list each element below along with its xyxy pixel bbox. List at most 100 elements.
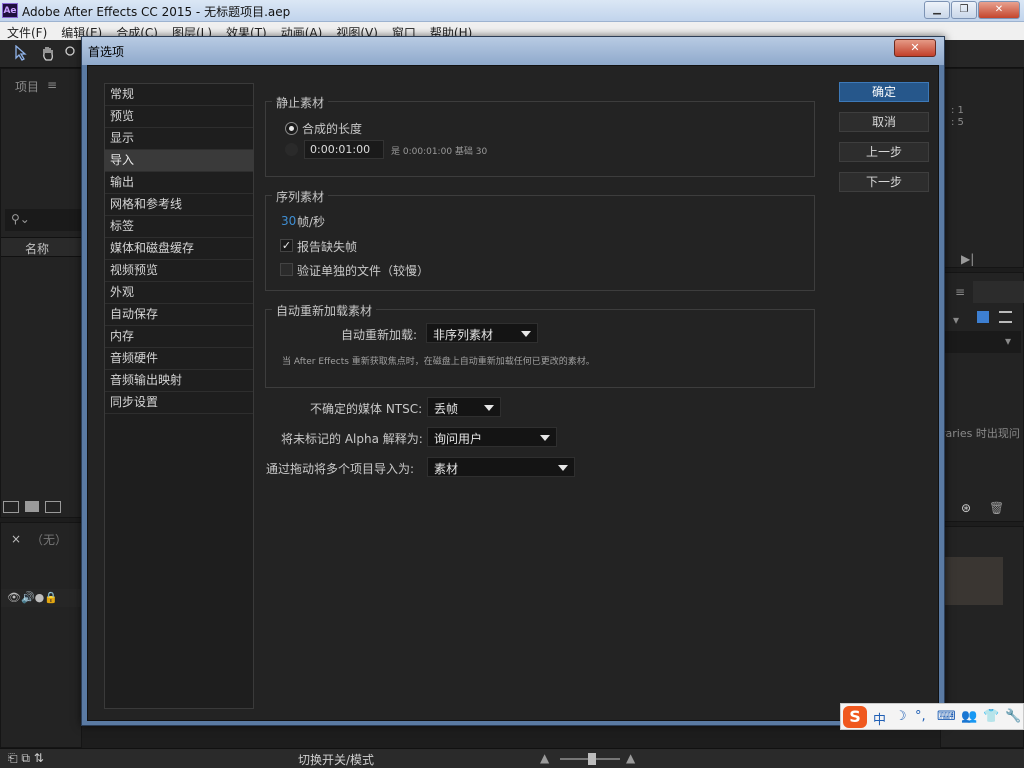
- ime-keyboard-icon[interactable]: ⌨: [937, 709, 956, 724]
- category-grids-guides[interactable]: 网格和参考线: [105, 194, 253, 216]
- window-title: Adobe After Effects CC 2015 - 无标题项目.aep: [22, 5, 291, 19]
- after-effects-window: Ae Adobe After Effects CC 2015 - 无标题项目.a…: [0, 0, 1024, 768]
- auto-reload-field-label: 自动重新加载:: [341, 328, 418, 342]
- grid-view-icon[interactable]: [977, 311, 989, 323]
- name-column-header[interactable]: 名称: [25, 240, 49, 257]
- preferences-dialog: 首选项 ✕ 常规 预览 显示 导入 输出 网格和参考线 标签 媒体和磁盘缓存 视…: [81, 36, 945, 726]
- new-composition-icon[interactable]: [45, 501, 61, 513]
- sogou-logo-icon[interactable]: S: [843, 706, 867, 728]
- category-video-preview[interactable]: 视频预览: [105, 260, 253, 282]
- comp-length-radio[interactable]: [285, 122, 298, 135]
- still-footage-group: 静止素材 合成的长度 0:00:01:00 是 0:00:01:00 基础 30: [265, 94, 815, 177]
- project-panel: 项目 ≡ ⚲⌄ 名称: [0, 68, 83, 518]
- category-output[interactable]: 输出: [105, 172, 253, 194]
- category-media-disk-cache[interactable]: 媒体和磁盘缓存: [105, 238, 253, 260]
- alpha-value: 询问用户: [434, 432, 483, 446]
- dropdown-arrow-icon: [484, 405, 494, 411]
- project-list-header: 名称: [1, 237, 83, 257]
- project-panel-title: 项目: [15, 80, 40, 94]
- maximize-button[interactable]: ❐: [951, 1, 977, 19]
- search-icon: ⚲⌄: [11, 212, 30, 226]
- cancel-button[interactable]: 取消: [839, 112, 929, 132]
- info-panel: : 1 : 5 ▶|: [940, 68, 1024, 268]
- menu-file[interactable]: 文件(F): [0, 22, 54, 40]
- creative-cloud-icon[interactable]: ⊛: [961, 501, 971, 515]
- window-titlebar: Ae Adobe After Effects CC 2015 - 无标题项目.a…: [0, 0, 1024, 22]
- category-sync-settings[interactable]: 同步设置: [105, 392, 253, 414]
- window-controls: ▁ ❐ ✕: [924, 1, 1020, 19]
- zoom-slider-thumb[interactable]: [588, 753, 596, 765]
- auto-reload-group: 自动重新加载素材 自动重新加载: 非序列素材 当 After Effects 重…: [265, 302, 815, 388]
- zoom-out-icon[interactable]: ▲: [540, 751, 549, 765]
- mini-preview-thumbnail: [943, 557, 1003, 605]
- fps-value-input[interactable]: 30: [281, 214, 296, 228]
- ok-button[interactable]: 确定: [839, 82, 929, 102]
- ime-halfwidth-icon[interactable]: ☽: [895, 709, 907, 724]
- category-previews[interactable]: 预览: [105, 106, 253, 128]
- fps-unit-label: 帧/秒: [297, 215, 326, 229]
- zoom-in-icon[interactable]: ▲: [626, 751, 635, 765]
- category-audio-hardware[interactable]: 音频硬件: [105, 348, 253, 370]
- interpret-footage-icon[interactable]: [3, 501, 19, 513]
- ntsc-label: 不确定的媒体 NTSC:: [310, 402, 423, 416]
- ntsc-value: 丢帧: [434, 402, 459, 416]
- sequence-footage-group: 序列素材 30 帧/秒 ✓ 报告缺失帧 验证单独的文件（较慢）: [265, 188, 815, 291]
- next-button[interactable]: 下一步: [839, 172, 929, 192]
- toggle-switches-modes-button[interactable]: 切换开关/模式: [298, 751, 374, 768]
- auto-reload-dropdown[interactable]: 非序列素材: [426, 323, 538, 343]
- ime-toolbar: S 中 ☽ °, ⌨ 👥 👕 🔧: [840, 703, 1024, 730]
- category-auto-save[interactable]: 自动保存: [105, 304, 253, 326]
- dialog-titlebar: 首选项 ✕: [82, 37, 944, 65]
- alpha-dropdown[interactable]: 询问用户: [427, 427, 557, 447]
- app-logo-icon: Ae: [2, 3, 18, 18]
- project-panel-menu-icon[interactable]: ≡: [47, 78, 57, 92]
- ntsc-dropdown[interactable]: 丢帧: [427, 397, 501, 417]
- visibility-audio-solo-lock-icons[interactable]: 👁🔊●🔒: [7, 591, 58, 604]
- ime-skin-icon[interactable]: 👕: [983, 709, 999, 724]
- project-footer-icons: [3, 501, 61, 513]
- category-labels[interactable]: 标签: [105, 216, 253, 238]
- new-folder-icon[interactable]: [25, 501, 39, 512]
- project-search-input[interactable]: ⚲⌄: [5, 209, 81, 231]
- ime-settings-icon[interactable]: 🔧: [1005, 709, 1021, 724]
- timeline-close-icon[interactable]: ×: [11, 532, 21, 546]
- zoom-slider[interactable]: [560, 753, 620, 765]
- skip-to-end-icon[interactable]: ▶|: [961, 252, 974, 266]
- category-display[interactable]: 显示: [105, 128, 253, 150]
- libraries-menu-icon[interactable]: ≡: [955, 285, 965, 299]
- category-import[interactable]: 导入: [105, 150, 253, 172]
- library-select[interactable]: ▾: [945, 331, 1021, 353]
- status-left-icons[interactable]: ⎗ ⧉ ⇅: [8, 751, 44, 766]
- selection-tool-icon[interactable]: [14, 44, 32, 63]
- dropdown-arrow-icon: [540, 435, 550, 441]
- auto-reload-label: 自动重新加载素材: [272, 302, 377, 319]
- category-memory[interactable]: 内存: [105, 326, 253, 348]
- category-general[interactable]: 常规: [105, 84, 253, 106]
- category-audio-output-mapping[interactable]: 音频输出映射: [105, 370, 253, 392]
- layer-switch-header: 👁🔊●🔒: [1, 589, 83, 607]
- duration-radio[interactable]: [285, 143, 298, 156]
- report-missing-frames-label: 报告缺失帧: [297, 240, 358, 254]
- still-duration-input[interactable]: 0:00:01:00: [304, 140, 384, 159]
- ime-user-icon[interactable]: 👥: [961, 709, 977, 724]
- ime-chinese-mode[interactable]: 中: [873, 709, 886, 728]
- minimize-button[interactable]: ▁: [924, 1, 950, 19]
- trash-icon[interactable]: 🗑: [989, 501, 1004, 515]
- library-dropdown-arrow-icon[interactable]: ▾: [953, 313, 959, 327]
- report-missing-frames-checkbox[interactable]: ✓: [280, 239, 293, 252]
- preferences-category-list: 常规 预览 显示 导入 输出 网格和参考线 标签 媒体和磁盘缓存 视频预览 外观…: [104, 83, 254, 709]
- previous-button[interactable]: 上一步: [839, 142, 929, 162]
- libraries-panel: ≡ ▾ ▾ raries 时出现问 ⊛ 🗑: [940, 272, 1024, 522]
- timeline-tab-none[interactable]: （无）: [31, 531, 67, 548]
- list-view-icon[interactable]: [999, 311, 1012, 323]
- category-appearance[interactable]: 外观: [105, 282, 253, 304]
- hand-tool-icon[interactable]: [40, 45, 58, 63]
- library-select-arrow-icon: ▾: [1005, 334, 1012, 348]
- drag-import-dropdown[interactable]: 素材: [427, 457, 575, 477]
- zoom-tool-icon[interactable]: [64, 45, 82, 63]
- alpha-label: 将未标记的 Alpha 解释为:: [281, 432, 423, 446]
- close-window-button[interactable]: ✕: [978, 1, 1020, 19]
- ime-punctuation-icon[interactable]: °,: [915, 709, 926, 724]
- verify-single-files-checkbox[interactable]: [280, 263, 293, 276]
- dialog-close-button[interactable]: ✕: [894, 39, 936, 57]
